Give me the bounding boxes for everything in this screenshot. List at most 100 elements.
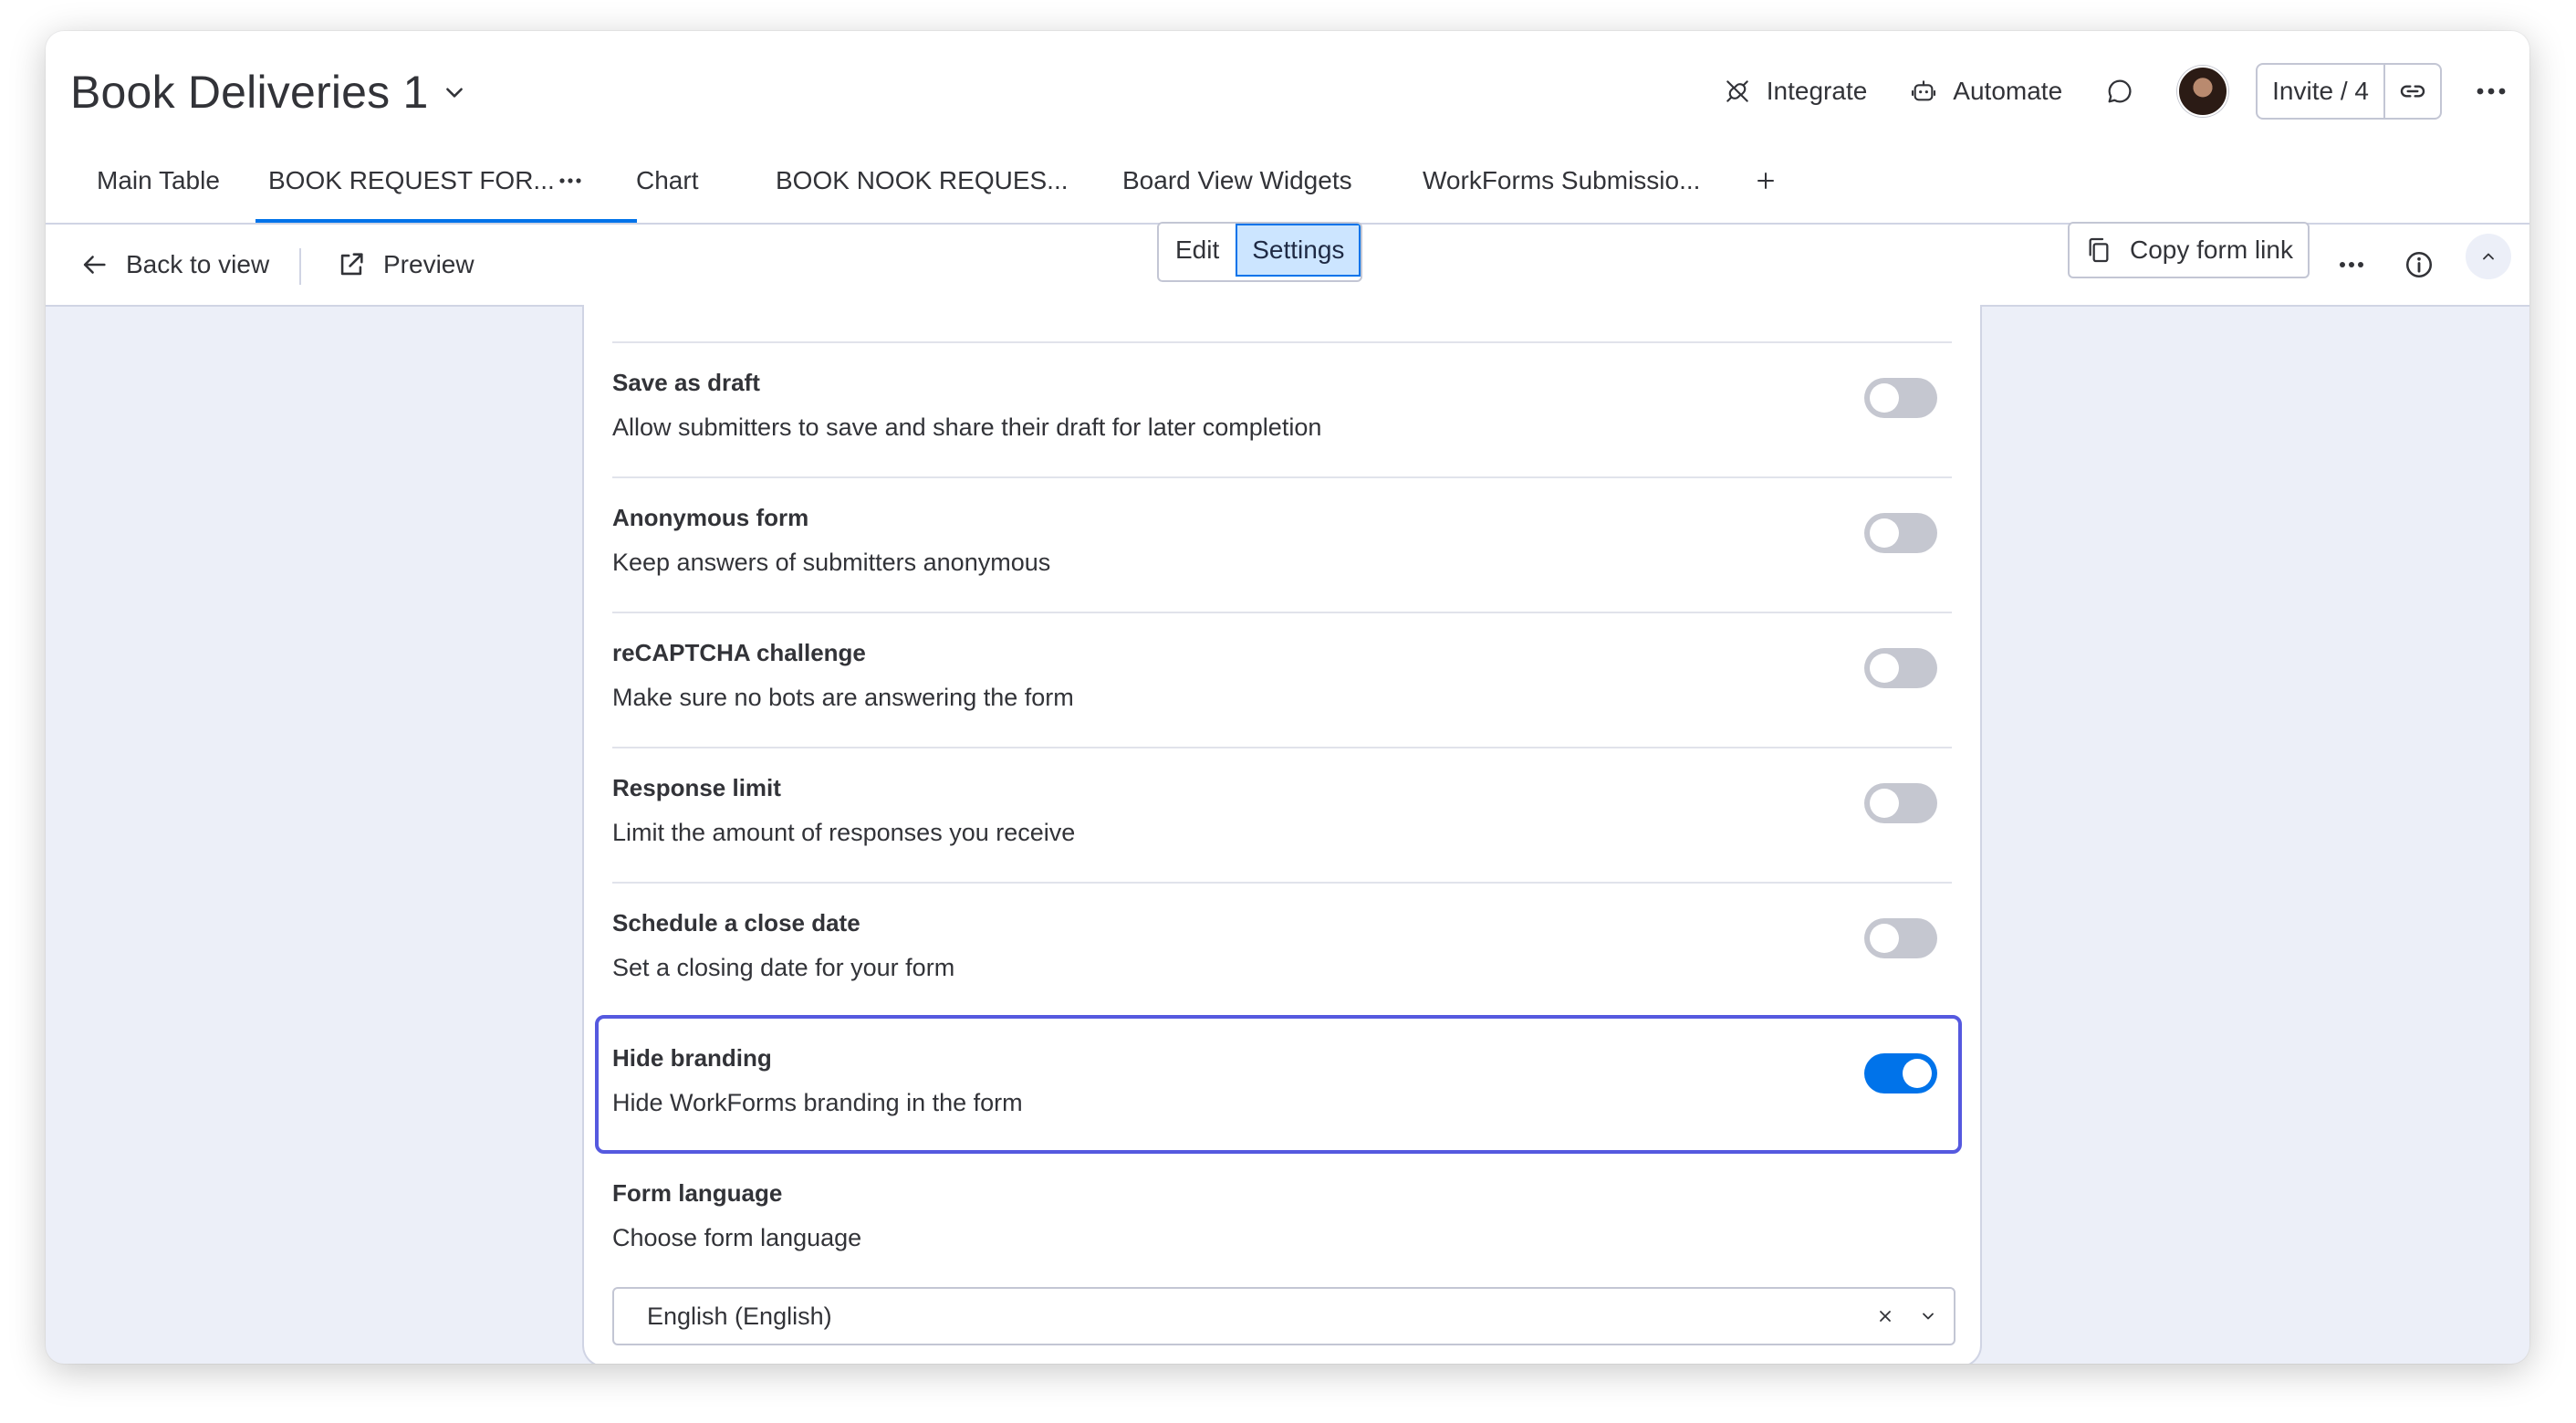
info-button[interactable] <box>2404 225 2435 305</box>
clear-selection-button[interactable] <box>1877 1289 1893 1344</box>
more-icon <box>2338 260 2365 269</box>
chevron-down-icon[interactable] <box>443 80 466 104</box>
setting-title: Form language <box>612 1179 783 1207</box>
setting-schedule-close-date: Schedule a close date Set a closing date… <box>612 909 1952 982</box>
setting-description: Make sure no bots are answering the form <box>612 684 1074 711</box>
anonymous-form-toggle[interactable] <box>1864 513 1937 553</box>
back-to-view-button[interactable]: Back to view <box>78 225 269 305</box>
app-window: Book Deliveries 1 Integrate Automate Inv… <box>46 31 2529 1364</box>
automate-icon <box>1909 77 1938 106</box>
divider <box>612 747 1952 748</box>
schedule-close-date-toggle[interactable] <box>1864 918 1937 958</box>
divider <box>612 882 1952 884</box>
tab-book-nook-request[interactable]: BOOK NOOK REQUES... <box>776 141 1069 221</box>
setting-form-language: Form language Choose form language <box>612 1179 1952 1252</box>
integrate-label: Integrate <box>1766 77 1868 105</box>
toggle-knob <box>1870 789 1899 818</box>
back-label: Back to view <box>126 250 270 278</box>
invite-button[interactable]: Invite / 4 <box>2258 77 2383 106</box>
copy-icon <box>2084 235 2113 265</box>
setting-title: reCAPTCHA challenge <box>612 639 866 666</box>
form-language-select[interactable]: English (English) <box>612 1287 1955 1345</box>
toggle-knob <box>1870 383 1899 413</box>
copy-board-link-button[interactable] <box>2385 77 2440 106</box>
board-views-tabs: Main Table BOOK REQUEST FOR... Chart BOO… <box>46 141 2529 225</box>
recaptcha-toggle[interactable] <box>1864 648 1937 688</box>
integrate-icon <box>1723 77 1752 106</box>
avatar[interactable] <box>2177 66 2229 117</box>
tab-book-request-form[interactable]: BOOK REQUEST FOR... <box>256 141 637 223</box>
tab-main-table[interactable]: Main Table <box>97 141 220 221</box>
divider <box>612 612 1952 613</box>
tab-label: Main Table <box>97 166 220 194</box>
chevron-down-icon <box>1919 1307 1937 1325</box>
board-header: Book Deliveries 1 Integrate Automate Inv… <box>46 31 2529 307</box>
board-title-group[interactable]: Book Deliveries 1 <box>70 60 466 124</box>
collapse-header-button[interactable] <box>2466 234 2511 279</box>
link-icon <box>2398 77 2427 106</box>
setting-anonymous-form: Anonymous form Keep answers of submitter… <box>612 504 1952 577</box>
back-arrow-icon <box>78 249 110 280</box>
tab-chart[interactable]: Chart <box>636 141 698 221</box>
updates-button[interactable] <box>2104 76 2135 107</box>
tab-label: Board View Widgets <box>1122 166 1352 194</box>
tab-label: WorkForms Submissio... <box>1423 166 1701 194</box>
setting-description: Set a closing date for your form <box>612 954 955 981</box>
toggle-knob <box>1870 654 1899 683</box>
divider <box>612 341 1952 343</box>
setting-title: Save as draft <box>612 369 760 396</box>
setting-response-limit: Response limit Limit the amount of respo… <box>612 774 1952 847</box>
copy-form-link-button[interactable]: Copy form link <box>2068 222 2310 278</box>
form-settings-panel: Save as draft Allow submitters to save a… <box>582 305 1982 1364</box>
board-more-button[interactable] <box>2475 86 2508 97</box>
setting-description: Limit the amount of responses you receiv… <box>612 819 1076 846</box>
tab-workforms-submissions[interactable]: WorkForms Submissio... <box>1423 141 1700 221</box>
more-icon <box>2475 86 2508 97</box>
setting-recaptcha: reCAPTCHA challenge Make sure no bots ar… <box>612 639 1952 712</box>
setting-title: Schedule a close date <box>612 909 860 936</box>
setting-title: Response limit <box>612 774 781 801</box>
tab-label: BOOK REQUEST FOR... <box>268 166 555 194</box>
add-view-button[interactable] <box>1756 141 1776 221</box>
preview-label: Preview <box>383 250 475 278</box>
preview-button[interactable]: Preview <box>336 225 475 305</box>
tab-board-view-widgets[interactable]: Board View Widgets <box>1122 141 1352 221</box>
add-icon <box>1756 171 1776 191</box>
automate-label: Automate <box>1953 77 2063 105</box>
chat-icon <box>2104 76 2135 107</box>
form-more-button[interactable] <box>2338 225 2365 305</box>
setting-save-as-draft: Save as draft Allow submitters to save a… <box>612 369 1952 442</box>
board-title[interactable]: Book Deliveries 1 <box>70 66 428 119</box>
edit-button[interactable]: Edit <box>1159 224 1236 277</box>
selected-language: English (English) <box>647 1302 832 1330</box>
more-icon <box>558 177 582 184</box>
setting-hide-branding: Hide branding Hide WorkForms branding in… <box>612 1044 1952 1117</box>
tab-label: BOOK NOOK REQUES... <box>776 166 1069 194</box>
toolbar-divider <box>299 248 301 285</box>
info-icon <box>2404 249 2435 280</box>
divider <box>612 476 1952 478</box>
tab-options-button[interactable] <box>558 141 582 221</box>
collapse-icon <box>2479 247 2498 266</box>
setting-description: Choose form language <box>612 1224 862 1251</box>
setting-description: Allow submitters to save and share their… <box>612 413 1322 441</box>
toggle-knob <box>1870 924 1899 953</box>
edit-settings-toggle: Edit Settings <box>1157 222 1363 282</box>
setting-title: Hide branding <box>612 1044 772 1072</box>
integrate-button[interactable]: Integrate <box>1723 77 1868 106</box>
setting-title: Anonymous form <box>612 504 809 531</box>
setting-description: Keep answers of submitters anonymous <box>612 549 1051 576</box>
settings-button[interactable]: Settings <box>1236 224 1361 277</box>
save-as-draft-toggle[interactable] <box>1864 378 1937 418</box>
dropdown-toggle[interactable] <box>1919 1289 1937 1344</box>
response-limit-toggle[interactable] <box>1864 783 1937 823</box>
toggle-knob <box>1903 1059 1932 1088</box>
automate-button[interactable]: Automate <box>1909 77 2062 106</box>
copy-link-label: Copy form link <box>2130 235 2293 264</box>
clear-icon <box>1877 1308 1893 1324</box>
invite-group: Invite / 4 <box>2256 63 2442 120</box>
hide-branding-toggle[interactable] <box>1864 1053 1937 1093</box>
header-actions: Integrate Automate Invite / 4 <box>1723 62 2508 120</box>
setting-description: Hide WorkForms branding in the form <box>612 1089 1023 1116</box>
external-link-icon <box>336 249 367 280</box>
